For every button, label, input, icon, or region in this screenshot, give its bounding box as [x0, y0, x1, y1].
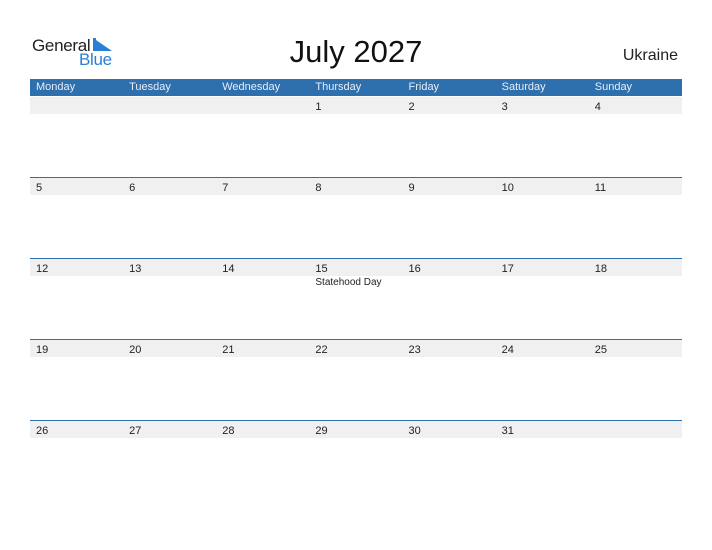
event-slot	[30, 276, 123, 289]
day-number: 31	[501, 425, 514, 437]
day-cell	[30, 97, 123, 114]
day-cell: 21	[216, 340, 309, 357]
day-cell: 12	[30, 259, 123, 276]
day-cell: 3	[496, 97, 589, 114]
day-cell: 23	[403, 340, 496, 357]
day-number: 8	[315, 182, 322, 194]
day-cell: 16	[403, 259, 496, 276]
day-cell: 15	[309, 259, 402, 276]
day-number: 24	[501, 344, 514, 356]
day-cell: 14	[216, 259, 309, 276]
day-number: 22	[315, 344, 328, 356]
date-band: 5 6 7 8 9 10 11	[30, 178, 682, 195]
day-cell: 13	[123, 259, 216, 276]
day-number: 10	[501, 182, 514, 194]
weekday-monday: Monday	[36, 81, 76, 93]
day-number: 6	[129, 182, 136, 194]
holiday-event: Statehood Day	[315, 277, 382, 288]
day-cell: 6	[123, 178, 216, 195]
day-cell: 10	[496, 178, 589, 195]
weekday-saturday: Saturday	[501, 81, 546, 93]
day-number: 25	[594, 344, 607, 356]
day-cell: 9	[403, 178, 496, 195]
date-band: 1 2 3 4	[30, 97, 682, 114]
day-number: 29	[315, 425, 328, 437]
day-cell: 26	[30, 421, 123, 438]
day-number: 2	[408, 101, 415, 113]
date-band: 12 13 14 15 16 17 18	[30, 259, 682, 276]
day-number: 3	[501, 101, 508, 113]
day-number: 19	[36, 344, 49, 356]
day-cell: 31	[496, 421, 589, 438]
day-cell	[123, 97, 216, 114]
day-cell: 22	[309, 340, 402, 357]
event-slot	[123, 276, 216, 289]
day-cell: 19	[30, 340, 123, 357]
day-number: 23	[408, 344, 421, 356]
day-cell: 20	[123, 340, 216, 357]
day-number: 30	[408, 425, 421, 437]
day-number: 11	[594, 182, 607, 194]
day-number: 13	[129, 263, 142, 275]
day-number: 9	[408, 182, 415, 194]
event-slot	[589, 276, 682, 289]
day-number: 5	[36, 182, 43, 194]
day-number: 15	[315, 263, 328, 275]
day-cell: 4	[589, 97, 682, 114]
day-number: 17	[501, 263, 514, 275]
weekday-thursday: Thursday	[315, 81, 362, 93]
day-cell: 28	[216, 421, 309, 438]
weekday-sunday: Sunday	[594, 81, 633, 93]
day-cell: 8	[309, 178, 402, 195]
event-slot	[496, 276, 589, 289]
day-number: 4	[594, 101, 601, 113]
day-cell	[589, 421, 682, 438]
date-band: 19 20 21 22 23 24 25	[30, 340, 682, 357]
day-number: 27	[129, 425, 142, 437]
day-cell: 18	[589, 259, 682, 276]
day-number: 14	[222, 263, 235, 275]
day-number: 7	[222, 182, 229, 194]
day-number: 18	[594, 263, 607, 275]
day-cell: 2	[403, 97, 496, 114]
day-number: 16	[408, 263, 421, 275]
event-slot	[403, 276, 496, 289]
day-cell: 24	[496, 340, 589, 357]
date-band: 26 27 28 29 30 31	[30, 421, 682, 438]
day-cell: 27	[123, 421, 216, 438]
week-row: 19 20 21 22 23 24 25	[30, 339, 682, 421]
weekday-tuesday: Tuesday	[129, 81, 171, 93]
day-number: 1	[315, 101, 322, 113]
day-cell: 25	[589, 340, 682, 357]
day-cell: 5	[30, 178, 123, 195]
calendar-title: July 2027	[289, 34, 423, 69]
day-cell: 7	[216, 178, 309, 195]
day-number: 20	[129, 344, 142, 356]
day-cell: 11	[589, 178, 682, 195]
day-number: 21	[222, 344, 235, 356]
week-row: 5 6 7 8 9 10 11	[30, 177, 682, 259]
weekday-header: Monday Tuesday Wednesday Thursday Friday…	[30, 79, 682, 96]
day-number: 28	[222, 425, 235, 437]
events-row: Statehood Day	[30, 276, 682, 289]
week-row: 1 2 3 4	[30, 97, 682, 178]
week-row: 12 13 14 15 16 17 18 Statehood Day	[30, 258, 682, 340]
country-label: Ukraine	[622, 47, 678, 64]
day-number: 26	[36, 425, 49, 437]
weekday-wednesday: Wednesday	[222, 81, 281, 93]
day-cell: 30	[403, 421, 496, 438]
day-cell: 29	[309, 421, 402, 438]
day-cell: 1	[309, 97, 402, 114]
day-cell	[216, 97, 309, 114]
event-slot	[216, 276, 309, 289]
day-number: 12	[36, 263, 49, 275]
day-cell: 17	[496, 259, 589, 276]
week-row: 26 27 28 29 30 31	[30, 420, 682, 502]
calendar-grid: Monday Tuesday Wednesday Thursday Friday…	[30, 79, 682, 438]
weekday-friday: Friday	[408, 81, 440, 93]
